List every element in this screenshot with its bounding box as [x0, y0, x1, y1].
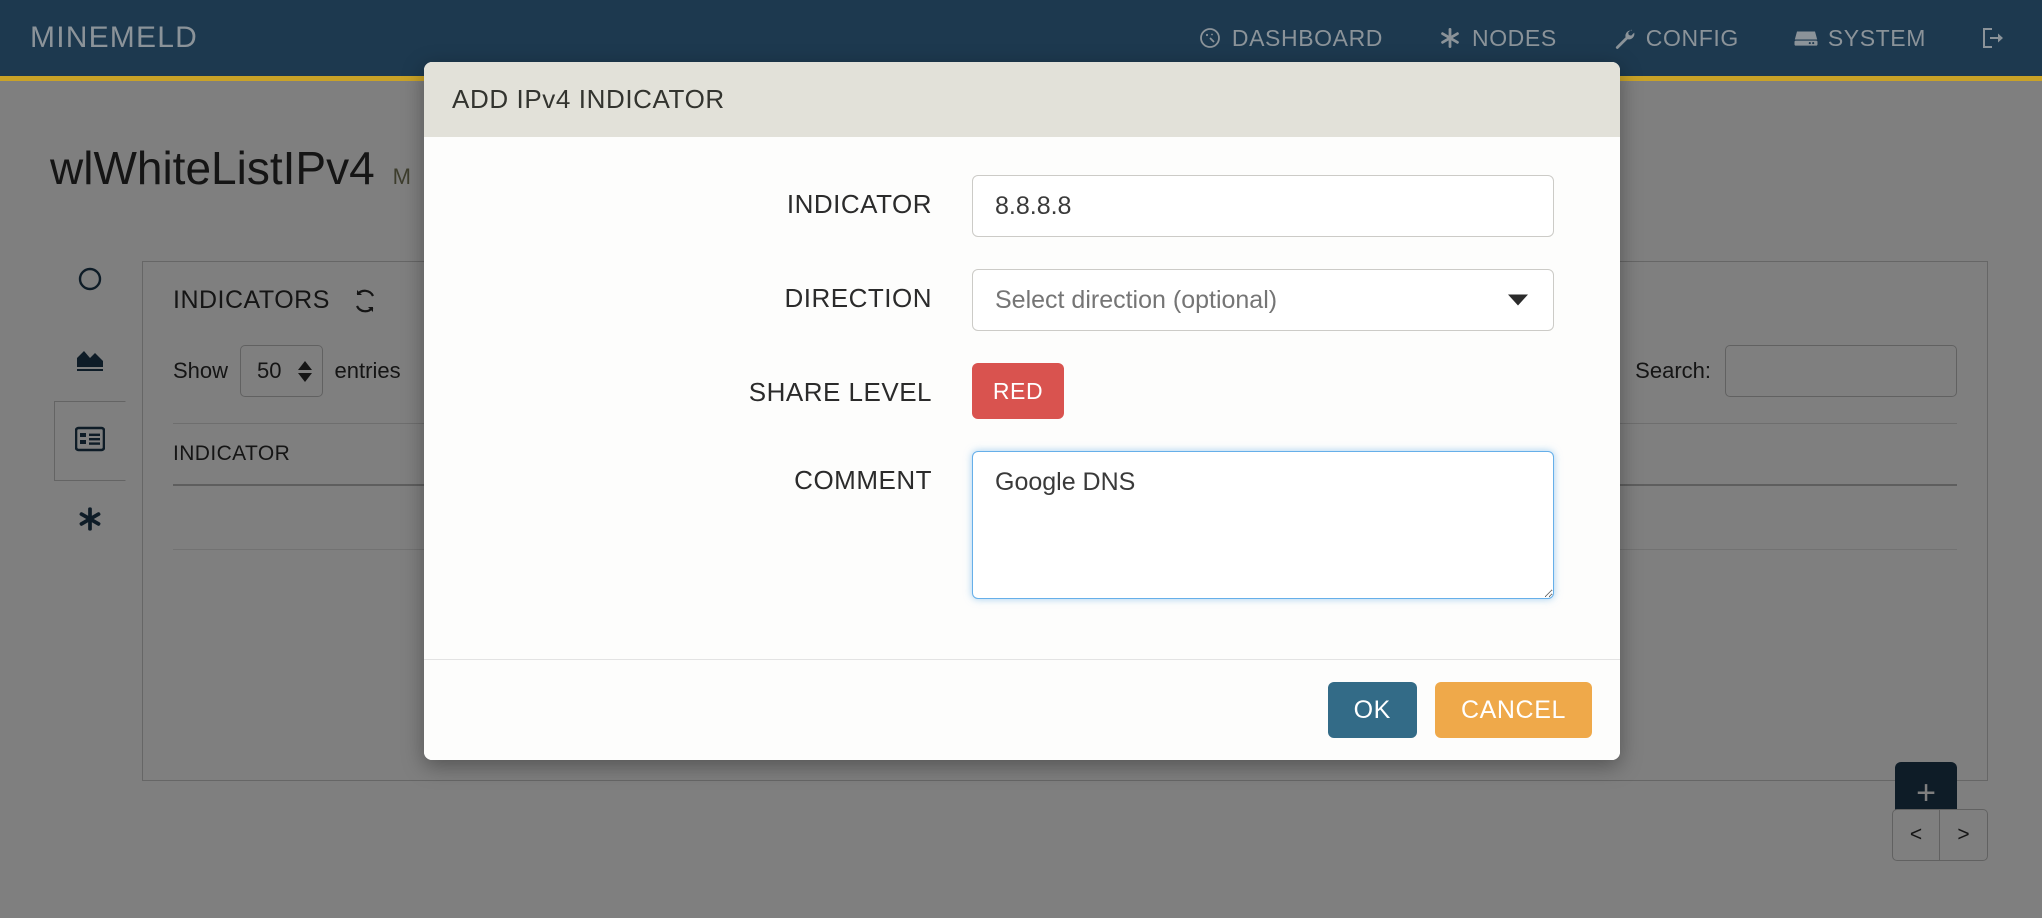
- nav-item-system[interactable]: SYSTEM: [1793, 25, 1926, 52]
- logout-icon: [1980, 25, 2006, 51]
- brand-logo[interactable]: MINEMELD: [30, 21, 198, 55]
- nav-item-dashboard[interactable]: DASHBOARD: [1197, 25, 1383, 52]
- form-row-comment: COMMENT: [424, 451, 1620, 599]
- modal-footer: OK CANCEL: [424, 659, 1620, 760]
- modal-body: INDICATOR DIRECTION SHARE LEVEL RED COMM…: [424, 137, 1620, 659]
- label-indicator: INDICATOR: [786, 189, 932, 219]
- nav-links: DASHBOARD NODES CONFIG SYSTEM: [1197, 25, 2042, 52]
- nav-label-system: SYSTEM: [1827, 24, 1926, 51]
- ok-button[interactable]: OK: [1327, 682, 1417, 738]
- form-row-indicator: INDICATOR: [424, 175, 1620, 237]
- nav-item-nodes[interactable]: NODES: [1437, 25, 1557, 52]
- nav-item-logout[interactable]: [1980, 25, 2006, 51]
- label-direction: DIRECTION: [784, 283, 932, 313]
- modal-title: ADD IPv4 INDICATOR: [452, 84, 725, 114]
- direction-select-wrap: [972, 269, 1554, 331]
- label-share-level: SHARE LEVEL: [748, 377, 932, 407]
- comment-textarea[interactable]: [972, 451, 1554, 599]
- share-level-badge[interactable]: RED: [972, 363, 1064, 419]
- server-icon: [1793, 25, 1819, 51]
- form-row-direction: DIRECTION: [424, 269, 1620, 331]
- nav-label-nodes: NODES: [1471, 24, 1557, 51]
- add-indicator-modal: ADD IPv4 INDICATOR INDICATOR DIRECTION S…: [424, 62, 1620, 760]
- direction-select[interactable]: [972, 269, 1554, 331]
- asterisk-icon: [1437, 25, 1463, 51]
- form-row-share-level: SHARE LEVEL RED: [424, 363, 1620, 419]
- modal-header: ADD IPv4 INDICATOR: [424, 62, 1620, 137]
- wrench-icon: [1611, 25, 1637, 51]
- nav-item-config[interactable]: CONFIG: [1611, 25, 1739, 52]
- nav-label-config: CONFIG: [1645, 24, 1739, 51]
- dashboard-gauge-icon: [1197, 25, 1223, 51]
- cancel-button[interactable]: CANCEL: [1434, 682, 1592, 738]
- app-root: MINEMELD DASHBOARD NODES CONFIG SYSTEM A…: [0, 0, 2042, 918]
- label-comment: COMMENT: [794, 465, 932, 495]
- indicator-input[interactable]: [972, 175, 1554, 237]
- nav-label-dashboard: DASHBOARD: [1231, 24, 1383, 51]
